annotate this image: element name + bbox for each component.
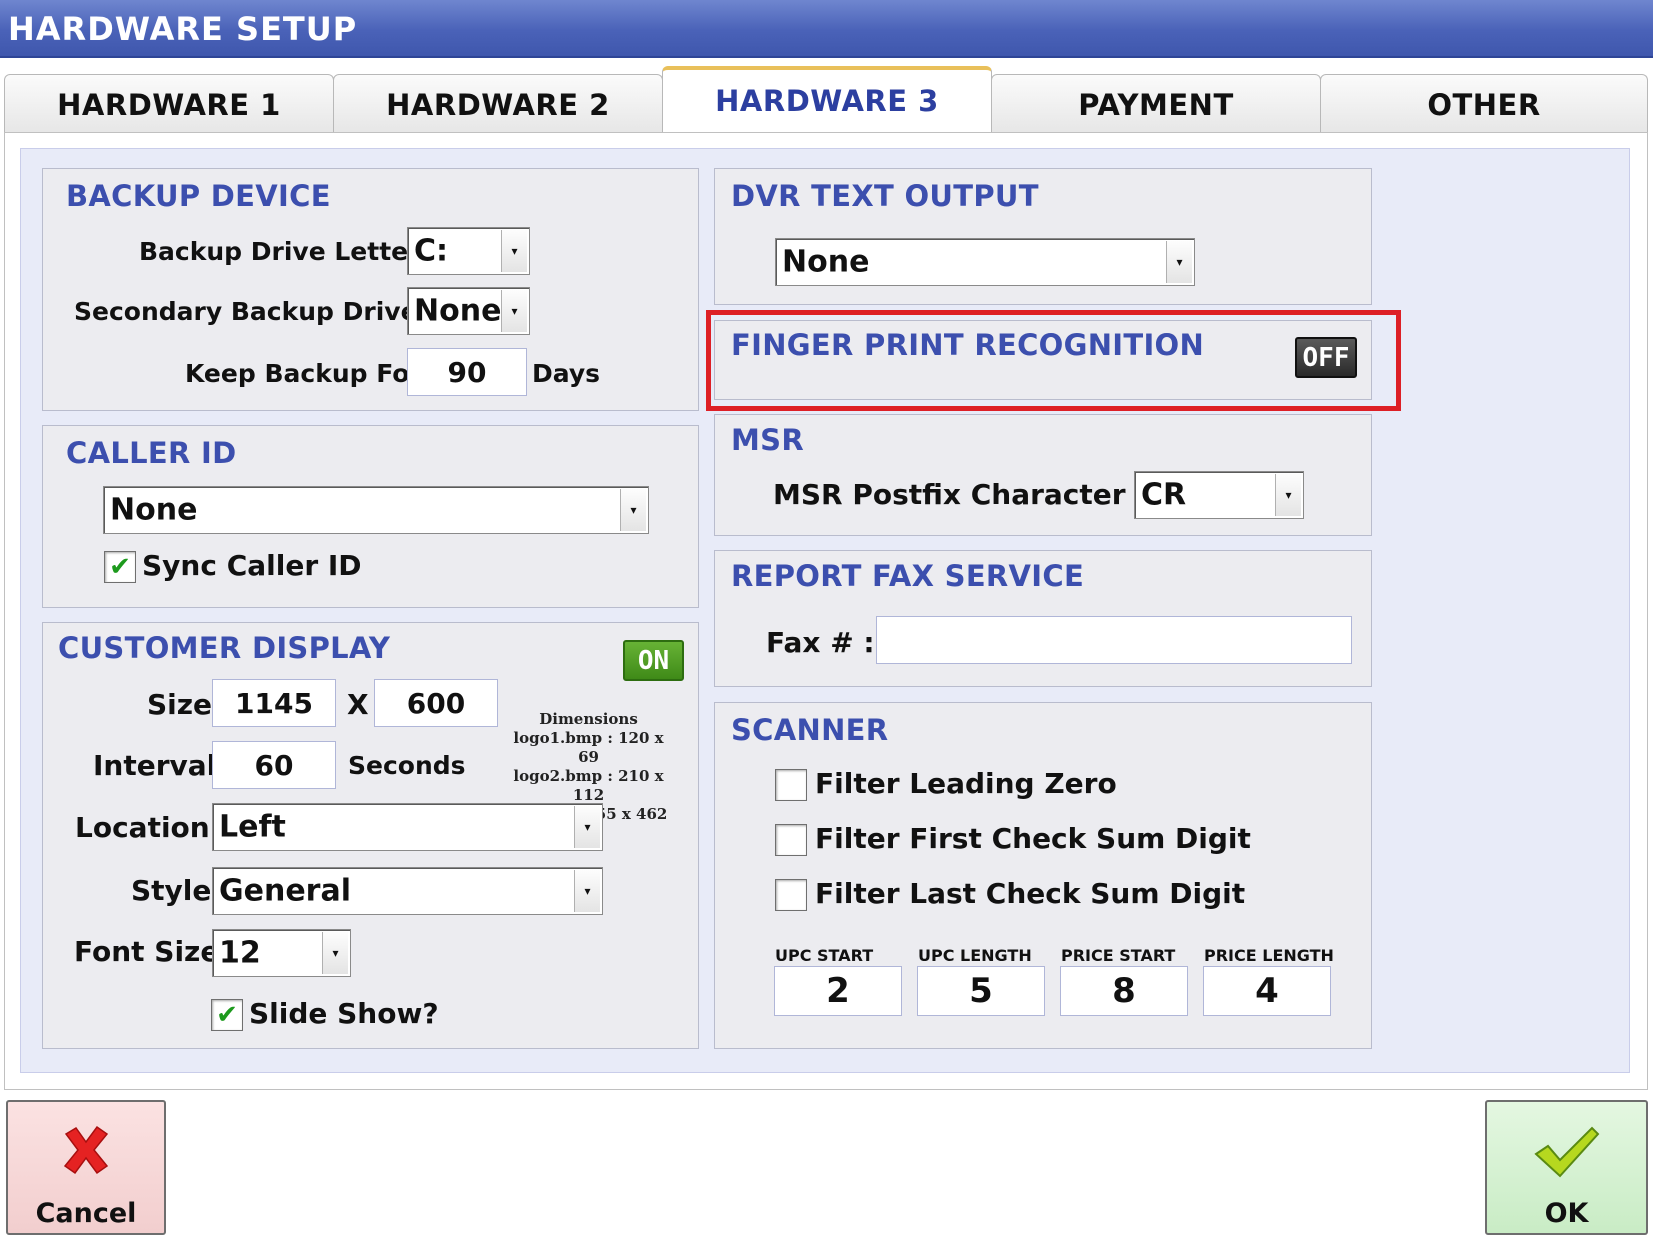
dimensions-title: Dimensions [539, 710, 638, 728]
slideshow-checkbox[interactable]: ✔ [211, 999, 243, 1031]
size-x-label: X [347, 688, 369, 721]
tab-hardware-1[interactable]: HARDWARE 1 [4, 74, 334, 134]
dimensions-logo1: logo1.bmp : 120 x 69 [513, 729, 664, 766]
filter-leading-zero-label: Filter Leading Zero [815, 767, 1117, 800]
price-length-label: PRICE LENGTH [1204, 946, 1334, 965]
upc-length-label: UPC LENGTH [918, 946, 1032, 965]
keep-backup-input[interactable]: 90 [407, 348, 527, 396]
filter-first-check-sum-label: Filter First Check Sum Digit [815, 822, 1251, 855]
dvr-text-output-title: DVR TEXT OUTPUT [731, 179, 1039, 213]
filter-first-check-sum-checkbox[interactable] [775, 824, 807, 856]
dimensions-logo2: logo2.bmp : 210 x 112 [513, 767, 664, 804]
filter-leading-zero-checkbox[interactable] [775, 769, 807, 801]
chevron-down-icon[interactable]: ▾ [1275, 474, 1301, 516]
chevron-down-icon[interactable]: ▾ [620, 489, 646, 531]
location-select[interactable]: Left ▾ [212, 803, 603, 851]
interval-unit: Seconds [348, 751, 466, 780]
slideshow-label: Slide Show? [249, 997, 439, 1030]
keep-backup-label: Keep Backup For [185, 359, 422, 388]
interval-input[interactable]: 60 [212, 741, 336, 789]
chevron-down-icon[interactable]: ▾ [322, 932, 348, 974]
location-value: Left [219, 809, 286, 845]
secondary-backup-label: Secondary Backup Drive: [74, 297, 428, 326]
tab-hardware-3[interactable]: HARDWARE 3 [662, 66, 992, 134]
tab-bar: HARDWARE 1 HARDWARE 2 HARDWARE 3 PAYMENT… [4, 66, 1648, 134]
msr-title: MSR [731, 423, 804, 457]
cancel-label: Cancel [35, 1198, 137, 1229]
dvr-text-output-select[interactable]: None ▾ [775, 238, 1195, 286]
ok-label: OK [1544, 1198, 1589, 1229]
style-value: General [219, 873, 351, 909]
caller-id-select[interactable]: None ▾ [103, 486, 649, 534]
customer-display-panel: CUSTOMER DISPLAY ON Size 1145 X 600 Inte… [42, 622, 699, 1049]
tab-hardware-2[interactable]: HARDWARE 2 [333, 74, 663, 134]
style-label: Style [131, 874, 212, 907]
upc-start-input[interactable]: 2 [774, 966, 902, 1016]
caller-id-value: None [110, 492, 198, 528]
chevron-down-icon[interactable]: ▾ [574, 870, 600, 912]
fax-number-label: Fax # : [766, 626, 875, 659]
sync-caller-id-label: Sync Caller ID [142, 549, 362, 582]
display-width-input[interactable]: 1145 [212, 679, 336, 727]
backup-device-panel: BACKUP DEVICE Backup Drive Letter : C: ▾… [42, 168, 699, 411]
font-size-label: Font Size [74, 935, 220, 968]
keep-backup-unit: Days [532, 359, 601, 388]
checkmark-icon [1533, 1126, 1599, 1178]
cancel-button[interactable]: Cancel [6, 1100, 166, 1235]
customer-display-toggle[interactable]: ON [623, 640, 684, 681]
secondary-backup-select[interactable]: None ▾ [407, 287, 530, 335]
ok-button[interactable]: OK [1485, 1100, 1648, 1235]
scanner-title: SCANNER [731, 713, 889, 747]
tab-other[interactable]: OTHER [1320, 74, 1648, 134]
price-length-input[interactable]: 4 [1203, 966, 1331, 1016]
chevron-down-icon[interactable]: ▾ [574, 806, 600, 848]
dvr-text-output-value: None [782, 244, 870, 280]
report-fax-title: REPORT FAX SERVICE [731, 559, 1085, 593]
filter-last-check-sum-label: Filter Last Check Sum Digit [815, 877, 1246, 910]
customer-display-title: CUSTOMER DISPLAY [58, 631, 391, 665]
price-start-label: PRICE START [1061, 946, 1176, 965]
upc-start-label: UPC START [775, 946, 874, 965]
display-height-input[interactable]: 600 [374, 679, 498, 727]
style-select[interactable]: General ▾ [212, 867, 603, 915]
filter-last-check-sum-checkbox[interactable] [775, 879, 807, 911]
caller-id-title: CALLER ID [66, 436, 237, 470]
backup-device-title: BACKUP DEVICE [66, 179, 331, 213]
backup-drive-letter-select[interactable]: C: ▾ [407, 227, 530, 275]
report-fax-panel: REPORT FAX SERVICE Fax # : [714, 550, 1372, 687]
msr-panel: MSR MSR Postfix Character : CR ▾ [714, 414, 1372, 536]
fax-number-input[interactable] [876, 616, 1352, 664]
msr-postfix-select[interactable]: CR ▾ [1134, 471, 1304, 519]
close-icon [63, 1125, 109, 1175]
backup-drive-letter-label: Backup Drive Letter : [139, 237, 440, 266]
price-start-input[interactable]: 8 [1060, 966, 1188, 1016]
scanner-panel: SCANNER Filter Leading Zero Filter First… [714, 702, 1372, 1049]
msr-postfix-label: MSR Postfix Character : [773, 478, 1147, 511]
chevron-down-icon[interactable]: ▾ [501, 230, 527, 272]
font-size-value: 12 [219, 935, 261, 971]
title-bar: HARDWARE SETUP [0, 0, 1653, 58]
chevron-down-icon[interactable]: ▾ [501, 290, 527, 332]
backup-drive-letter-value: C: [414, 233, 449, 269]
font-size-select[interactable]: 12 ▾ [212, 929, 351, 977]
size-label: Size [147, 688, 213, 721]
msr-postfix-value: CR [1141, 477, 1187, 513]
dvr-text-output-panel: DVR TEXT OUTPUT None ▾ [714, 168, 1372, 305]
secondary-backup-value: None [414, 293, 502, 329]
sync-caller-id-checkbox[interactable]: ✔ [104, 551, 136, 583]
chevron-down-icon[interactable]: ▾ [1166, 241, 1192, 283]
interval-label: Interval [93, 749, 217, 782]
window-title: HARDWARE SETUP [8, 10, 358, 48]
highlight-box [706, 310, 1401, 411]
upc-length-input[interactable]: 5 [917, 966, 1045, 1016]
tab-payment[interactable]: PAYMENT [991, 74, 1321, 134]
location-label: Location [75, 811, 210, 844]
caller-id-panel: CALLER ID None ▾ ✔ Sync Caller ID [42, 425, 699, 608]
